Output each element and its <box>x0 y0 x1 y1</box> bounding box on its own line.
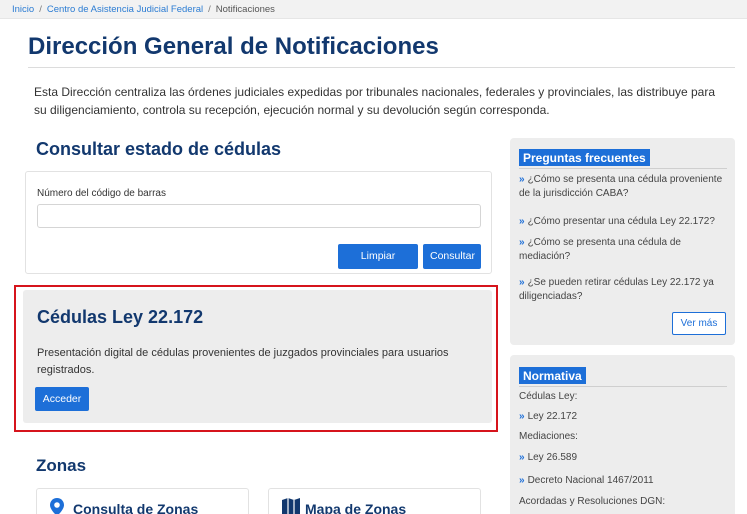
faq-item[interactable]: » ¿Cómo se presenta una cédula provenient… <box>519 173 727 201</box>
breadcrumb: Inicio / Centro de Asistencia Judicial Fed… <box>0 0 747 19</box>
map-icon <box>282 498 300 514</box>
zone-map-label: Mapa de Zonas <box>305 501 407 514</box>
faq-item-text: ¿Cómo se presenta una cédula de mediació… <box>519 237 681 262</box>
zones-title: Zonas <box>36 456 87 475</box>
breadcrumb-separator: / <box>39 4 42 15</box>
breadcrumb-separator: / <box>208 4 211 15</box>
double-chevron-icon: » <box>519 475 525 486</box>
faq-item[interactable]: » ¿Cómo se presenta una cédula de mediaci… <box>519 236 727 264</box>
normativa-divider <box>519 386 727 387</box>
double-chevron-icon: » <box>519 216 525 227</box>
acordadas-label: Acordadas y Resoluciones DGN: <box>519 496 666 507</box>
mediaciones-label: Mediaciones: <box>519 431 578 442</box>
faq-item[interactable]: » ¿Cómo presentar una cédula Ley 22.172? <box>519 215 727 229</box>
cedulas-law-label: Cédulas Ley: <box>519 391 578 402</box>
decreto-link[interactable]: » Decreto Nacional 1467/2011 <box>519 475 654 486</box>
double-chevron-icon: » <box>519 237 525 248</box>
consult-section-title: Consultar estado de cédulas <box>36 139 282 159</box>
breadcrumb-center-link[interactable]: Centro de Asistencia Judicial Federal <box>47 4 203 15</box>
consult-button[interactable]: Consultar <box>423 244 481 269</box>
zone-query-card[interactable]: Consulta de Zonas <box>36 488 249 514</box>
decreto-text: Decreto Nacional 1467/2011 <box>527 475 654 486</box>
barcode-label: Número del código de barras <box>37 188 166 199</box>
faq-item[interactable]: » ¿Se pueden retirar cédulas Ley 22.172 y… <box>519 276 727 304</box>
faq-item-text: ¿Se pueden retirar cédulas Ley 22.172 ya… <box>519 277 714 302</box>
consult-form: Número del código de barras Limpiar camp… <box>25 171 492 287</box>
clear-fields-button[interactable]: Limpiar campos <box>338 244 418 287</box>
law-26589-text: Ley 26.589 <box>527 452 578 463</box>
law-26589-link[interactable]: » Ley 26.589 <box>519 452 577 463</box>
see-more-button[interactable]: Ver más <box>672 312 726 335</box>
barcode-input[interactable] <box>37 204 481 228</box>
double-chevron-icon: » <box>519 277 525 288</box>
zone-map-card[interactable]: Mapa de Zonas <box>268 488 481 514</box>
highlight-frame <box>14 285 498 432</box>
double-chevron-icon: » <box>519 452 525 463</box>
breadcrumb-current: Notificaciones <box>215 4 275 15</box>
double-chevron-icon: » <box>519 174 525 185</box>
law-22172-link[interactable]: » Ley 22.172 <box>519 411 577 422</box>
breadcrumb-home-link[interactable]: Inicio <box>12 4 34 15</box>
faq-heading: Preguntas frecuentes <box>519 149 650 166</box>
law-22172-text: Ley 22.172 <box>527 411 578 422</box>
normativa-heading: Normativa <box>519 367 586 384</box>
map-pin-icon <box>50 498 64 514</box>
double-chevron-icon: » <box>519 411 525 422</box>
faq-divider <box>519 168 727 169</box>
faq-item-text: ¿Cómo presentar una cédula Ley 22.172? <box>527 216 715 227</box>
normativa-panel: Normativa Cédulas Ley: » Ley 22.172 Media… <box>510 355 735 514</box>
intro-text: Esta Dirección centraliza las órdenes ju… <box>34 85 716 117</box>
faq-item-text: ¿Cómo se presenta una cédula proveniente… <box>519 174 723 199</box>
title-divider <box>28 67 735 68</box>
page-title: Dirección General de Notificaciones <box>28 33 439 60</box>
faq-panel: Preguntas frecuentes » ¿Cómo se presenta … <box>510 138 735 345</box>
zone-query-label: Consulta de Zonas <box>73 501 199 514</box>
